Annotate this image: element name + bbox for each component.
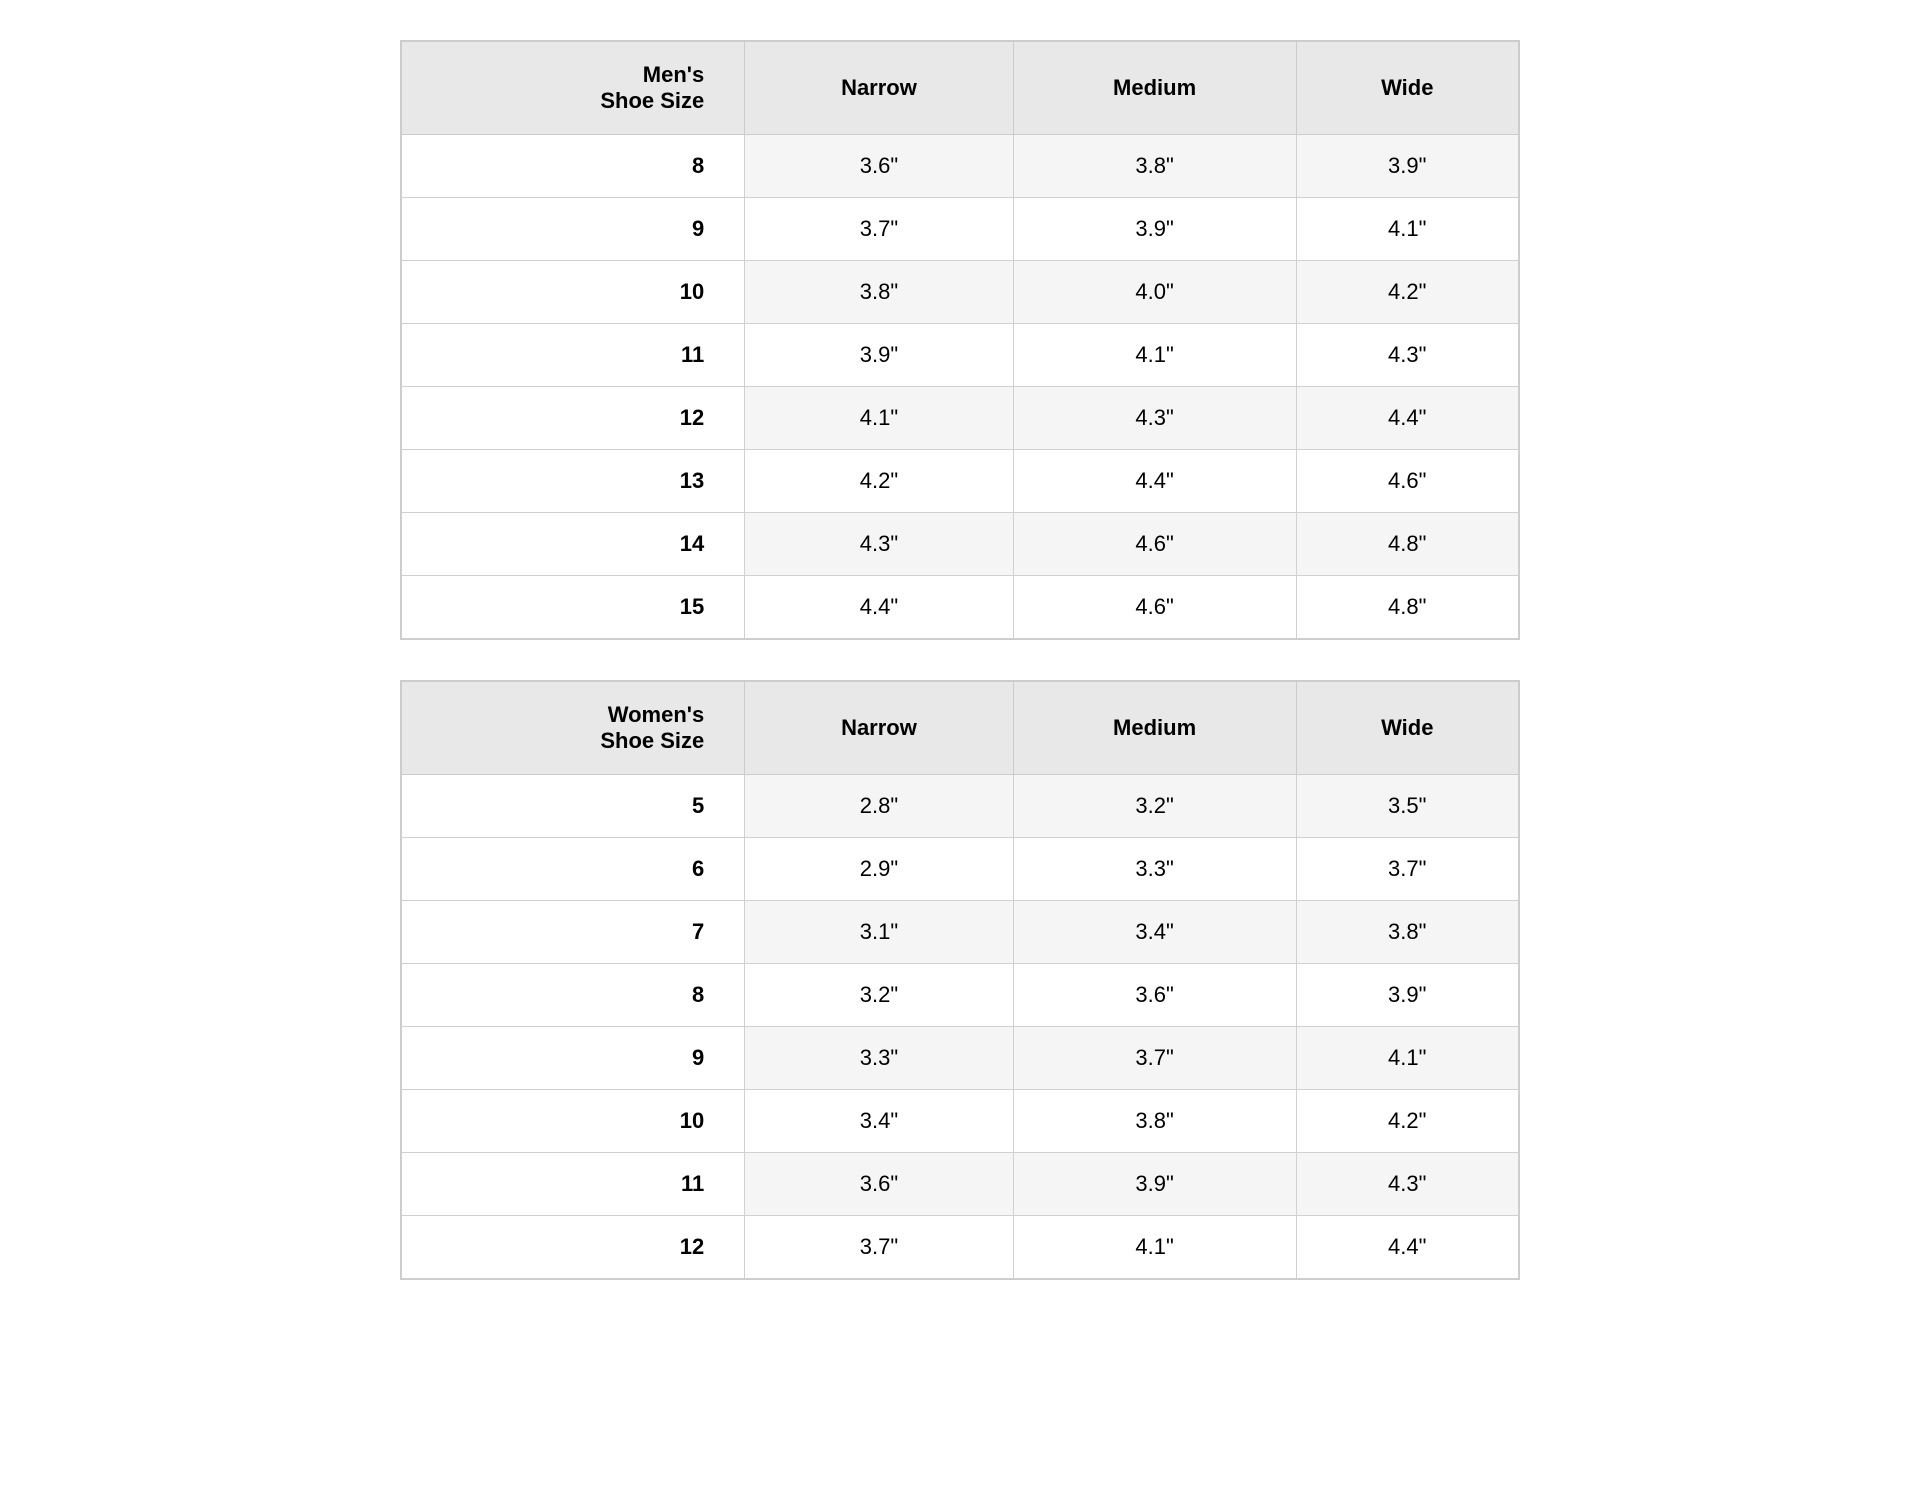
medium-cell: 4.6" (1013, 513, 1296, 576)
table-row: 12 4.1" 4.3" 4.4" (402, 387, 1519, 450)
women-size-column-header: Women's Shoe Size (402, 682, 745, 775)
size-cell: 7 (402, 901, 745, 964)
women-shoe-size-table: Women's Shoe Size Narrow Medium Wide 5 2… (400, 680, 1520, 1280)
narrow-cell: 4.3" (745, 513, 1013, 576)
medium-cell: 3.7" (1013, 1027, 1296, 1090)
size-cell: 15 (402, 576, 745, 639)
men-wide-column-header: Wide (1296, 42, 1518, 135)
women-table-header-row: Women's Shoe Size Narrow Medium Wide (402, 682, 1519, 775)
women-narrow-column-header: Narrow (745, 682, 1013, 775)
medium-cell: 3.3" (1013, 838, 1296, 901)
size-cell: 12 (402, 387, 745, 450)
medium-cell: 4.0" (1013, 261, 1296, 324)
medium-cell: 3.8" (1013, 1090, 1296, 1153)
size-cell: 6 (402, 838, 745, 901)
men-shoe-size-table: Men's Shoe Size Narrow Medium Wide 8 3.6… (400, 40, 1520, 640)
size-cell: 9 (402, 198, 745, 261)
wide-cell: 4.8" (1296, 513, 1518, 576)
wide-cell: 4.8" (1296, 576, 1518, 639)
narrow-cell: 3.7" (745, 1216, 1013, 1279)
wide-cell: 4.2" (1296, 261, 1518, 324)
table-row: 14 4.3" 4.6" 4.8" (402, 513, 1519, 576)
table-row: 13 4.2" 4.4" 4.6" (402, 450, 1519, 513)
table-row: 8 3.2" 3.6" 3.9" (402, 964, 1519, 1027)
medium-cell: 3.9" (1013, 1153, 1296, 1216)
medium-cell: 4.1" (1013, 324, 1296, 387)
medium-cell: 4.1" (1013, 1216, 1296, 1279)
wide-cell: 4.3" (1296, 324, 1518, 387)
table-row: 5 2.8" 3.2" 3.5" (402, 775, 1519, 838)
wide-cell: 4.1" (1296, 198, 1518, 261)
wide-cell: 4.1" (1296, 1027, 1518, 1090)
men-medium-column-header: Medium (1013, 42, 1296, 135)
narrow-cell: 3.3" (745, 1027, 1013, 1090)
table-row: 10 3.8" 4.0" 4.2" (402, 261, 1519, 324)
size-cell: 5 (402, 775, 745, 838)
narrow-cell: 3.4" (745, 1090, 1013, 1153)
table-row: 11 3.9" 4.1" 4.3" (402, 324, 1519, 387)
narrow-cell: 4.4" (745, 576, 1013, 639)
wide-cell: 4.2" (1296, 1090, 1518, 1153)
wide-cell: 4.4" (1296, 1216, 1518, 1279)
medium-cell: 3.8" (1013, 135, 1296, 198)
size-cell: 11 (402, 324, 745, 387)
table-row: 15 4.4" 4.6" 4.8" (402, 576, 1519, 639)
wide-cell: 3.8" (1296, 901, 1518, 964)
narrow-cell: 2.9" (745, 838, 1013, 901)
medium-cell: 4.6" (1013, 576, 1296, 639)
narrow-cell: 3.9" (745, 324, 1013, 387)
narrow-cell: 3.6" (745, 1153, 1013, 1216)
size-cell: 12 (402, 1216, 745, 1279)
women-wide-column-header: Wide (1296, 682, 1518, 775)
wide-cell: 3.5" (1296, 775, 1518, 838)
narrow-cell: 3.8" (745, 261, 1013, 324)
size-cell: 10 (402, 1090, 745, 1153)
narrow-cell: 3.1" (745, 901, 1013, 964)
men-size-column-header: Men's Shoe Size (402, 42, 745, 135)
women-medium-column-header: Medium (1013, 682, 1296, 775)
size-cell: 8 (402, 964, 745, 1027)
size-cell: 8 (402, 135, 745, 198)
medium-cell: 3.4" (1013, 901, 1296, 964)
size-cell: 13 (402, 450, 745, 513)
narrow-cell: 3.6" (745, 135, 1013, 198)
wide-cell: 3.9" (1296, 135, 1518, 198)
medium-cell: 4.3" (1013, 387, 1296, 450)
men-narrow-column-header: Narrow (745, 42, 1013, 135)
men-table-header-row: Men's Shoe Size Narrow Medium Wide (402, 42, 1519, 135)
narrow-cell: 3.2" (745, 964, 1013, 1027)
table-row: 12 3.7" 4.1" 4.4" (402, 1216, 1519, 1279)
wide-cell: 3.9" (1296, 964, 1518, 1027)
size-cell: 9 (402, 1027, 745, 1090)
narrow-cell: 4.2" (745, 450, 1013, 513)
table-row: 11 3.6" 3.9" 4.3" (402, 1153, 1519, 1216)
narrow-cell: 4.1" (745, 387, 1013, 450)
table-row: 6 2.9" 3.3" 3.7" (402, 838, 1519, 901)
wide-cell: 4.6" (1296, 450, 1518, 513)
medium-cell: 3.6" (1013, 964, 1296, 1027)
size-cell: 11 (402, 1153, 745, 1216)
table-row: 8 3.6" 3.8" 3.9" (402, 135, 1519, 198)
wide-cell: 4.4" (1296, 387, 1518, 450)
table-row: 10 3.4" 3.8" 4.2" (402, 1090, 1519, 1153)
table-row: 7 3.1" 3.4" 3.8" (402, 901, 1519, 964)
table-row: 9 3.3" 3.7" 4.1" (402, 1027, 1519, 1090)
table-row: 9 3.7" 3.9" 4.1" (402, 198, 1519, 261)
size-cell: 14 (402, 513, 745, 576)
medium-cell: 4.4" (1013, 450, 1296, 513)
medium-cell: 3.9" (1013, 198, 1296, 261)
medium-cell: 3.2" (1013, 775, 1296, 838)
narrow-cell: 3.7" (745, 198, 1013, 261)
wide-cell: 3.7" (1296, 838, 1518, 901)
size-cell: 10 (402, 261, 745, 324)
narrow-cell: 2.8" (745, 775, 1013, 838)
wide-cell: 4.3" (1296, 1153, 1518, 1216)
